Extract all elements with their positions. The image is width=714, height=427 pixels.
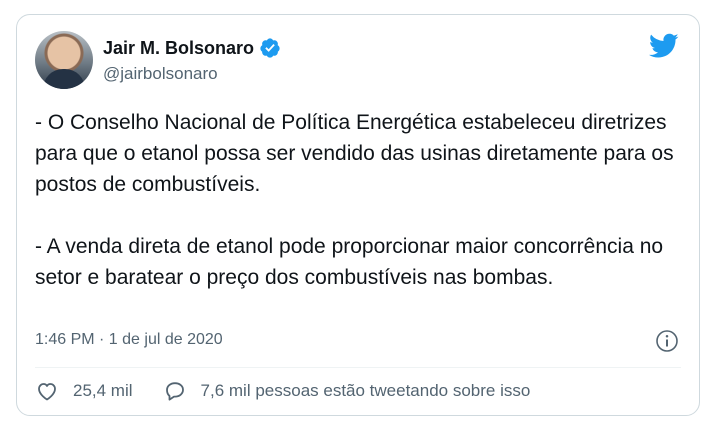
tweeting-about-text: 7,6 mil pessoas estão tweetando sobre is… bbox=[200, 381, 531, 400]
author-name[interactable]: Jair M. Bolsonaro bbox=[103, 38, 254, 59]
like-button[interactable]: 25,4 mil bbox=[35, 379, 133, 403]
tweet-paragraph: - O Conselho Nacional de Política Energé… bbox=[35, 111, 674, 196]
author-handle[interactable]: @jairbolsonaro bbox=[103, 64, 218, 84]
divider bbox=[35, 367, 681, 368]
like-count: 25,4 mil bbox=[73, 381, 133, 400]
tweet-text: - O Conselho Nacional de Política Energé… bbox=[35, 107, 685, 293]
tweet-timestamp[interactable]: 1:46 PM · 1 de jul de 2020 bbox=[35, 331, 223, 349]
twitter-bird-icon[interactable] bbox=[649, 33, 679, 59]
tweet-actions: 25,4 mil 7,6 mil pessoas estão tweetando… bbox=[35, 379, 530, 403]
avatar[interactable] bbox=[35, 31, 93, 89]
tweet-paragraph: - A venda direta de etanol pode proporci… bbox=[35, 235, 664, 289]
heart-icon bbox=[38, 383, 56, 401]
info-icon[interactable] bbox=[655, 329, 679, 353]
tweet-card[interactable]: Jair M. Bolsonaro @jairbolsonaro - O Con… bbox=[16, 14, 700, 416]
verified-badge-icon bbox=[260, 38, 280, 58]
speech-bubble-icon bbox=[165, 382, 184, 401]
tweeting-about-button[interactable]: 7,6 mil pessoas estão tweetando sobre is… bbox=[163, 379, 531, 403]
author-row: Jair M. Bolsonaro bbox=[103, 37, 281, 59]
